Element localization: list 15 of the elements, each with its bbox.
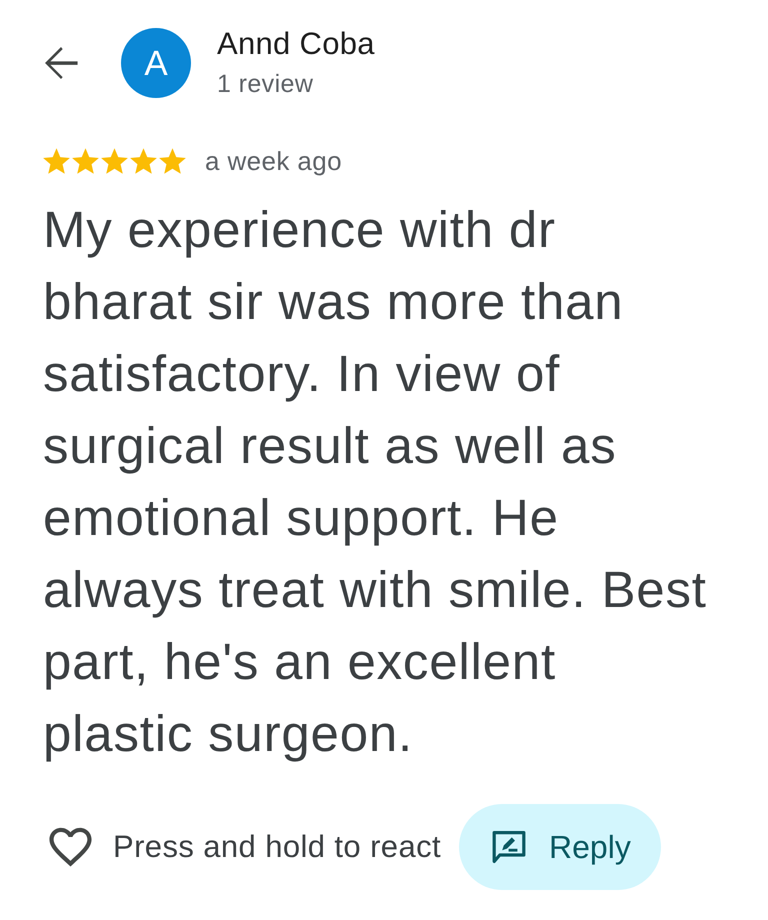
- react-button[interactable]: Press and hold to react: [48, 827, 441, 867]
- star-icon: [130, 148, 157, 174]
- comment-edit-icon: [491, 829, 527, 865]
- heart-icon: [48, 827, 93, 867]
- back-arrow-icon: [43, 46, 79, 80]
- review-time: a week ago: [205, 147, 342, 175]
- star-icon: [101, 148, 128, 174]
- review-count: 1 review: [217, 70, 314, 99]
- star-icon: [72, 148, 99, 174]
- review-text: My experience with dr bharat sir was more than satisfactory. In view of surgical result as well as emotional support. He always treat with smile. Best part, he's an excellent plastic surgeon.: [42, 200, 708, 764]
- star-icon: [159, 148, 186, 174]
- author-name: Annd Coba: [217, 27, 375, 61]
- star-icon: [43, 148, 70, 174]
- reply-button[interactable]: Reply: [459, 804, 661, 890]
- avatar: A: [121, 28, 191, 98]
